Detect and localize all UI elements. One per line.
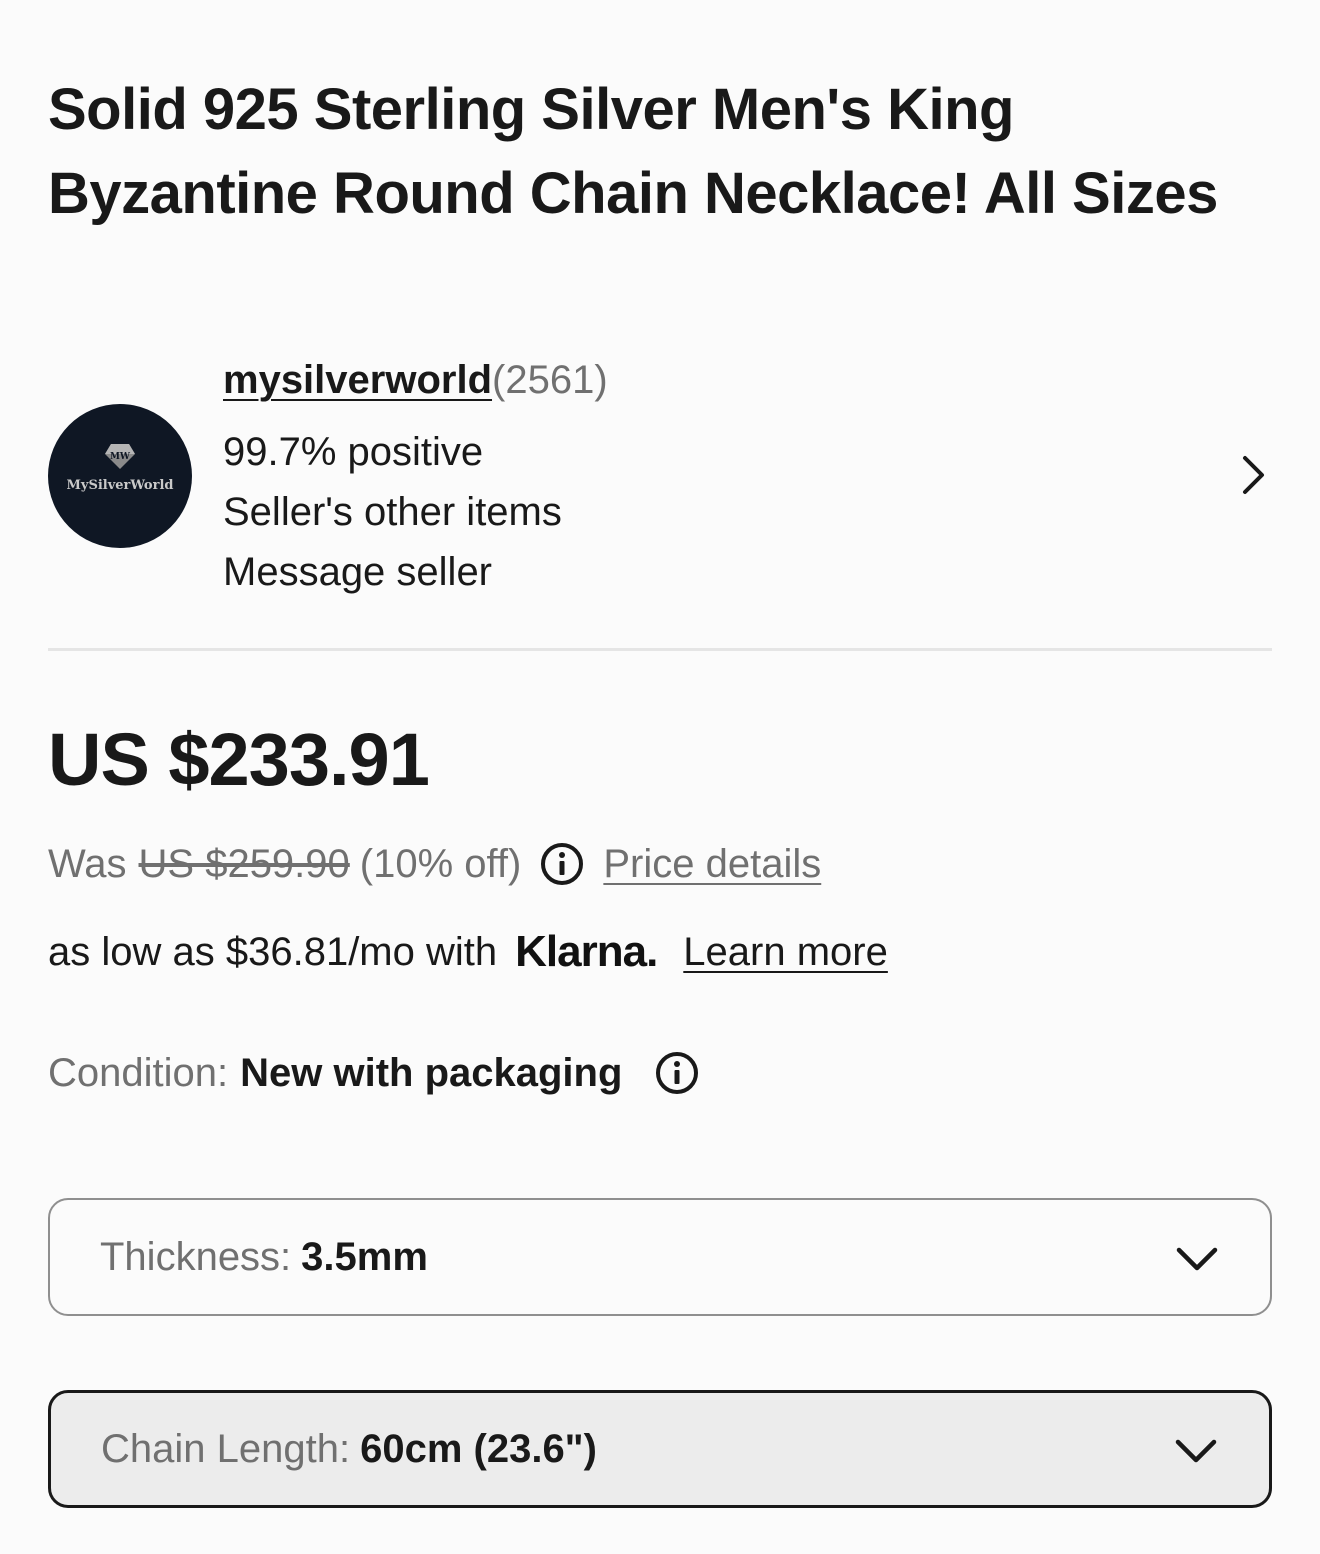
item-page: Solid 925 Sterling Silver Men's King Byz… [0, 0, 1320, 1554]
seller-logo-icon: MW [105, 444, 135, 469]
financing-row: as low as $36.81/mo with Klarna. Learn m… [48, 922, 888, 982]
thickness-value: 3.5mm [301, 1234, 428, 1279]
condition-value: New with packaging [240, 1050, 623, 1095]
info-circle-icon[interactable] [539, 841, 585, 887]
was-price-row: Was US $259.90 (10% off) Price details [48, 834, 821, 894]
chain-length-select-text: Chain Length: 60cm (23.6") [101, 1393, 597, 1505]
seller-logo-text: MySilverWorld [66, 478, 174, 493]
seller-name-line: mysilverworld(2561) [223, 352, 608, 408]
chain-length-value: 60cm (23.6") [360, 1426, 597, 1471]
listing-title: Solid 925 Sterling Silver Men's King Byz… [48, 77, 1218, 226]
chevron-right-icon[interactable] [1232, 450, 1272, 500]
klarna-logo: Klarna. [515, 927, 658, 976]
seller-feedback-count: (2561) [492, 358, 608, 402]
seller-info: mysilverworld(2561) 99.7% positive Selle… [223, 352, 608, 602]
price-details-link[interactable]: Price details [603, 842, 821, 887]
section-divider [48, 648, 1272, 651]
learn-more-link[interactable]: Learn more [683, 930, 888, 975]
condition-row: Condition: New with packaging [48, 1042, 700, 1104]
seller-avatar[interactable]: MW MySilverWorld [48, 404, 192, 548]
seller-other-items-link[interactable]: Seller's other items [223, 482, 608, 542]
thickness-select-text: Thickness: 3.5mm [100, 1200, 428, 1314]
seller-positive-feedback: 99.7% positive [223, 430, 484, 474]
discount-percent: (10% off) [359, 841, 522, 886]
original-price: US $259.90 [138, 841, 350, 886]
chevron-down-icon [1175, 1439, 1217, 1463]
was-label: Was [48, 841, 127, 886]
svg-text:MW: MW [110, 452, 131, 462]
seller-card[interactable]: MW MySilverWorld mysilverworld(2561) 99.… [48, 352, 1272, 602]
thickness-select[interactable]: Thickness: 3.5mm [48, 1198, 1272, 1316]
chevron-down-icon [1176, 1247, 1218, 1271]
thickness-label: Thickness: [100, 1234, 292, 1279]
condition-label: Condition: [48, 1050, 229, 1095]
chain-length-select[interactable]: Chain Length: 60cm (23.6") [48, 1390, 1272, 1508]
current-price: US $233.91 [48, 718, 430, 801]
info-circle-icon[interactable] [654, 1050, 700, 1096]
message-seller-link[interactable]: Message seller [223, 542, 608, 602]
chain-length-label: Chain Length: [101, 1426, 351, 1471]
seller-name-link[interactable]: mysilverworld [223, 358, 492, 402]
financing-text: as low as $36.81/mo with [48, 929, 498, 974]
